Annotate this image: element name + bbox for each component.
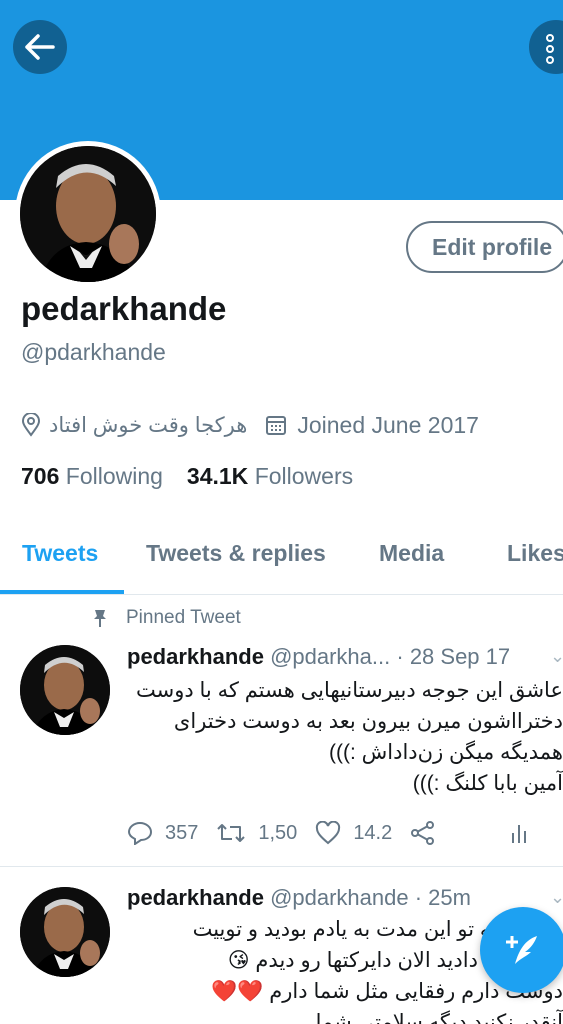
- pinned-tweet-indicator: Pinned Tweet: [92, 607, 241, 629]
- tab-likes[interactable]: Likes: [507, 540, 563, 567]
- avatar-image: [20, 146, 156, 282]
- following-label: Following: [65, 463, 163, 489]
- location-pin-icon: [21, 413, 41, 437]
- tweet-avatar[interactable]: [20, 645, 110, 735]
- tweet-line: عاشق این جوجه دبیرستانیهایی هستم که با د…: [135, 679, 563, 702]
- profile-meta: هرکجا وقت خوش افتاد Joined June 2017: [21, 410, 479, 440]
- tab-tweets-and-replies[interactable]: Tweets & replies: [146, 540, 326, 567]
- calendar-icon: [266, 416, 287, 435]
- following-link[interactable]: 706 Following: [21, 463, 163, 489]
- profile-avatar[interactable]: [15, 141, 161, 287]
- tweet-author-name[interactable]: pedarkhande: [127, 644, 264, 669]
- analytics-button[interactable]: [510, 821, 540, 845]
- retweet-button[interactable]: 1,50: [216, 821, 297, 845]
- analytics-icon: [512, 825, 527, 843]
- more-vertical-icon: [546, 34, 556, 67]
- followers-link[interactable]: 34.1K Followers: [187, 463, 353, 489]
- chevron-down-icon[interactable]: ⌄: [550, 646, 563, 667]
- retweet-count: 1,50: [258, 821, 298, 844]
- followers-count: 34.1K: [186, 463, 249, 489]
- arrow-left-icon: [25, 34, 55, 60]
- tweet-header: pedarkhande @pdarkhande · 25m: [127, 885, 471, 911]
- tweet-actions: 357 1,50 14.2: [127, 818, 540, 848]
- tab-media[interactable]: Media: [379, 540, 444, 567]
- reply-count: 357: [165, 821, 199, 844]
- retweet-icon: [217, 824, 246, 842]
- tweet-line: دخترااشون میرن بیرون بعد به دوست دخترای: [173, 710, 563, 733]
- tweet-line: آنقدر نکنید دیگه سلامتی شما: [315, 1011, 563, 1024]
- like-count: 14.2: [353, 821, 393, 844]
- like-button[interactable]: 14.2: [315, 821, 392, 845]
- compose-tweet-button[interactable]: [480, 907, 563, 993]
- profile-display-name: pedarkhande: [21, 290, 227, 327]
- tweet-avatar[interactable]: [20, 887, 110, 977]
- profile-handle: @pdarkhande: [21, 339, 166, 365]
- tweet-timestamp[interactable]: · 28 Sep 17: [396, 644, 510, 669]
- reply-button[interactable]: 357: [127, 821, 198, 845]
- share-button[interactable]: [410, 821, 448, 845]
- edit-profile-button[interactable]: Edit profile: [406, 221, 563, 273]
- profile-stats: 706 Following 34.1K Followers: [21, 463, 353, 490]
- tweet-line: آمین بابا کلنگ :))): [412, 772, 563, 795]
- tweet-line: همدیگه میگن زن‌داداش :))): [329, 741, 563, 764]
- tweet-author-name[interactable]: pedarkhande: [127, 885, 264, 910]
- following-count: 706: [21, 463, 60, 489]
- tweet-divider: [0, 866, 563, 867]
- followers-label: Followers: [254, 463, 354, 489]
- tweet-author-handle[interactable]: @pdarkha...: [270, 644, 390, 669]
- tweet-timestamp[interactable]: · 25m: [415, 885, 471, 910]
- profile-location: هرکجا وقت خوش افتاد: [49, 413, 248, 437]
- heart-icon: [316, 821, 341, 845]
- chevron-down-icon[interactable]: ⌄: [550, 887, 563, 908]
- compose-tweet-icon: [506, 936, 537, 964]
- tab-tweets[interactable]: Tweets: [22, 540, 98, 567]
- tweet-author-handle[interactable]: @pdarkhande: [270, 885, 409, 910]
- back-button[interactable]: [13, 20, 67, 74]
- tweet-text: عاشق این جوجه دبیرستانیهایی هستم که با د…: [127, 675, 563, 799]
- active-tab-indicator: [0, 590, 124, 594]
- tweet-header: pedarkhande @pdarkha... · 28 Sep 17: [127, 644, 510, 670]
- pinned-tweet-label: Pinned Tweet: [126, 607, 241, 628]
- share-icon: [411, 821, 435, 845]
- reply-icon: [127, 821, 153, 845]
- profile-joined-date: Joined June 2017: [297, 411, 479, 438]
- profile-tabs: Tweets Tweets & replies Media Likes: [0, 520, 563, 595]
- pin-icon: [94, 610, 106, 627]
